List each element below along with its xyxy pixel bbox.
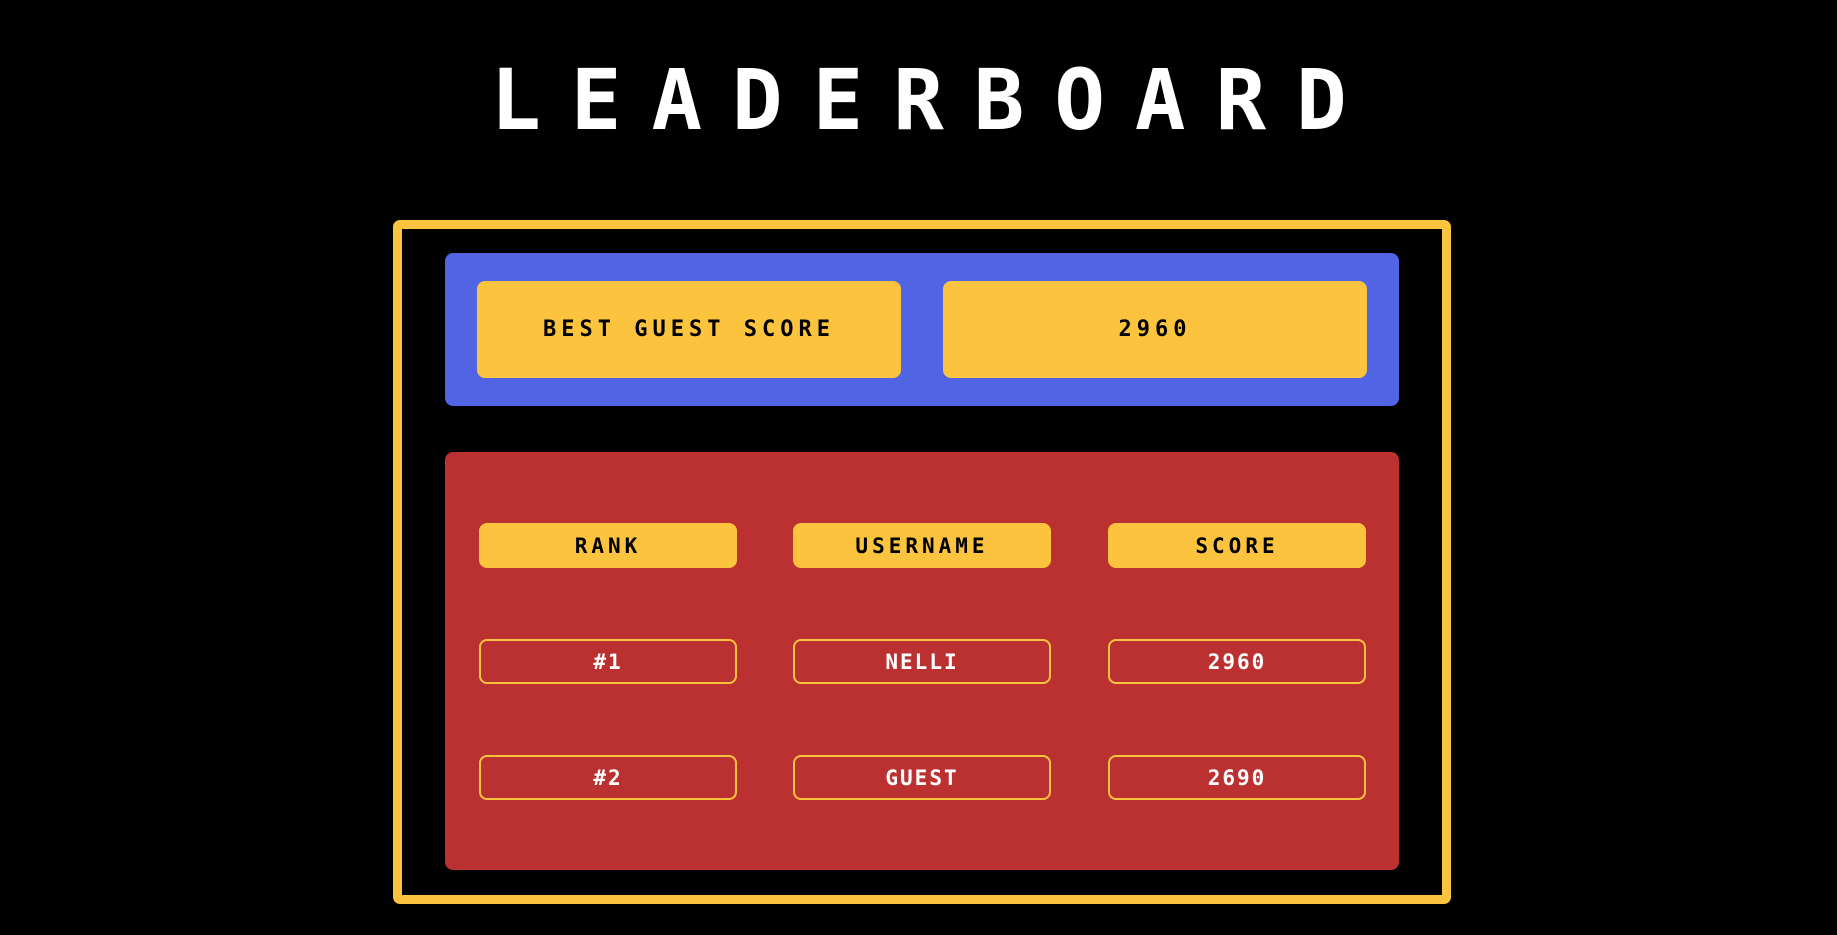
best-guest-score-label: BEST GUEST SCORE: [477, 281, 901, 378]
best-guest-score-value: 2960: [943, 281, 1367, 378]
rank-cell: #1: [479, 639, 737, 684]
username-cell: GUEST: [793, 755, 1051, 800]
guest-score-panel: BEST GUEST SCORE 2960: [445, 253, 1399, 406]
rank-cell: #2: [479, 755, 737, 800]
score-cell: 2690: [1108, 755, 1366, 800]
username-header: USERNAME: [793, 523, 1051, 568]
score-header: SCORE: [1108, 523, 1366, 568]
leaderboard-table: RANK USERNAME SCORE #1 NELLI 2960 #2 GUE…: [445, 452, 1399, 870]
username-cell: NELLI: [793, 639, 1051, 684]
score-cell: 2960: [1108, 639, 1366, 684]
rank-header: RANK: [479, 523, 737, 568]
page-title: LEADERBOARD: [490, 51, 1377, 149]
